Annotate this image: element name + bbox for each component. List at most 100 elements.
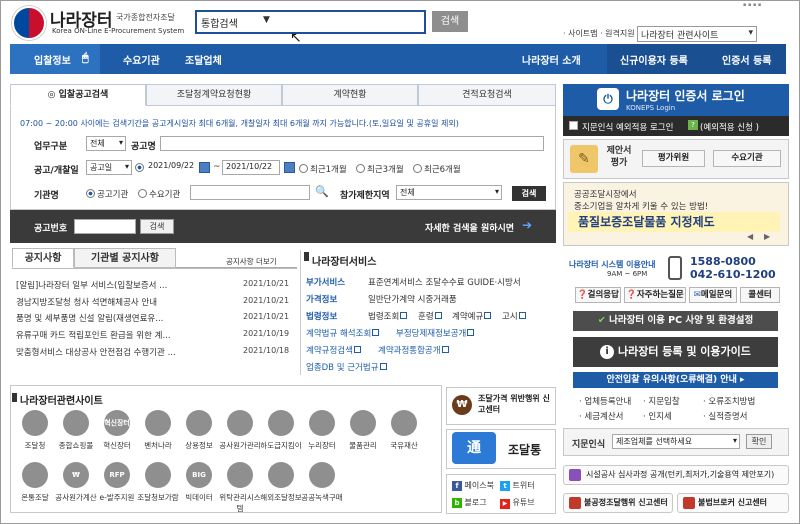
svc-law-interpret[interactable]: 계약법규 해석조회	[306, 327, 380, 339]
radio-demand-agency[interactable]: 수요기관	[138, 188, 180, 200]
related-site-label[interactable]: 하도급지킴이	[259, 440, 303, 451]
link-stamp-tax[interactable]: · 인지세	[643, 410, 672, 422]
tab-contract-request[interactable]: 조달청계약요청현황	[146, 84, 282, 106]
related-site-label[interactable]: 종합쇼핑몰	[54, 440, 98, 451]
link-performance-cert[interactable]: · 실적증명서	[703, 410, 748, 422]
biz-type-select[interactable]: 전체	[86, 136, 126, 151]
nav-demand-agency[interactable]: 수요기관	[123, 52, 160, 67]
related-site-label[interactable]: 빅데이터	[177, 492, 221, 503]
search-icon[interactable]: 🔍	[315, 185, 329, 198]
related-site-label[interactable]: 조달청보가람	[136, 492, 180, 503]
eval-committee-button[interactable]: 평가위원	[642, 150, 705, 167]
login-title[interactable]: 나라장터 인증서 로그인	[626, 87, 745, 104]
related-site-label[interactable]: 상용정보	[177, 440, 221, 451]
related-site-icon[interactable]: RFP	[104, 462, 130, 488]
related-site-icon[interactable]	[268, 462, 294, 488]
related-site-icon[interactable]	[22, 462, 48, 488]
related-site-icon[interactable]	[391, 410, 417, 436]
date-type-select[interactable]: 공고일	[86, 160, 132, 175]
detail-search-link[interactable]: 자세한 검색을 원하시면	[425, 221, 514, 234]
notice-more-link[interactable]: 공지사항 더보기	[226, 256, 277, 267]
twitter-link[interactable]: t 트위터	[500, 480, 535, 491]
date-to-input[interactable]: 2021/10/22	[222, 160, 280, 175]
global-search-button[interactable]: 검색	[432, 11, 468, 32]
related-site-icon[interactable]	[227, 462, 253, 488]
violation-report-label[interactable]: 조달가격 위반행위 신고센터	[478, 393, 553, 415]
radio-date-from[interactable]	[135, 163, 146, 174]
nav-bid-info[interactable]: 입찰정보	[34, 52, 71, 67]
related-site-icon[interactable]: 혁신장터	[104, 410, 130, 436]
svc-price-link[interactable]: 일반단가계약 시중거래품	[368, 293, 457, 305]
related-site-label[interactable]: 공공녹색구매	[300, 492, 344, 503]
related-site-icon[interactable]: ₩	[63, 462, 89, 488]
nav-cert-register[interactable]: 인증서 등록	[722, 52, 771, 67]
list-item[interactable]: [알림]나라장터 일부 서비스(입찰보증서 ...	[16, 279, 216, 291]
nav-new-user[interactable]: 신규이용자 등록	[620, 52, 688, 67]
facility-report-link[interactable]: 시설공사 심사과정 공개(턴키,최저가,기술용역 제안포기)	[563, 465, 789, 485]
svc-extra-link[interactable]: 표준연계서비스 조달수수료 GUIDE·시방서	[368, 276, 521, 288]
bid-no-search-button[interactable]: 검색	[140, 219, 174, 234]
related-site-label[interactable]: e-발주지원	[95, 492, 139, 503]
svc-sanction-info[interactable]: 부정당제재정보공개	[396, 327, 475, 339]
related-site-select[interactable]: 나라장터 관련사이트 ▾	[637, 26, 757, 42]
demand-agency-button[interactable]: 수요기관	[713, 150, 781, 167]
related-site-icon[interactable]	[309, 410, 335, 436]
help-icon[interactable]: ?	[688, 120, 698, 130]
related-site-icon[interactable]	[63, 410, 89, 436]
svc-rule-link[interactable]: 계약예규	[452, 310, 492, 322]
related-site-label[interactable]: 조달청	[13, 440, 57, 451]
svc-industry-db[interactable]: 업종DB 및 근거법규	[306, 361, 387, 373]
related-site-icon[interactable]	[227, 410, 253, 436]
list-item[interactable]: 유류구매 카드 적립포인트 환급을 위한 계...	[16, 329, 216, 341]
tab-contract-status[interactable]: 계약현황	[282, 84, 418, 106]
svc-process-disclosure[interactable]: 계약과정통합공개	[378, 344, 449, 356]
banner-next-icon[interactable]: ▶	[764, 232, 770, 241]
fingerprint-select[interactable]: 제조업체를 선택하세요	[612, 434, 740, 449]
related-site-icon[interactable]	[268, 410, 294, 436]
tab-bid-search[interactable]: ◎ 입찰공고검색	[10, 84, 146, 106]
tab-agency-notice[interactable]: 기관별 공지사항	[74, 248, 176, 268]
blog-link[interactable]: b 블로그	[452, 497, 487, 508]
related-site-icon[interactable]	[186, 410, 212, 436]
fingerprint-confirm-button[interactable]: 확인	[746, 434, 772, 449]
svc-notice-link[interactable]: 고시	[502, 310, 526, 322]
related-site-label[interactable]: 공사원가관리	[218, 440, 262, 451]
svc-contract-search[interactable]: 계약규정검색	[306, 344, 361, 356]
svc-law-link[interactable]: 법령조회	[368, 310, 408, 322]
chevron-down-icon[interactable]: ▼	[263, 15, 270, 25]
radio-notice-agency[interactable]: 공고기관	[86, 188, 128, 200]
link-tax-invoice[interactable]: · 세금계산서	[579, 410, 624, 422]
foreign-login-label[interactable]: 지문인식 예외적용 로그인	[582, 121, 673, 133]
link-error-fix[interactable]: · 오류조치방법	[703, 395, 755, 407]
qna-button[interactable]: ❓걸의응답	[575, 287, 621, 303]
related-site-icon[interactable]	[145, 410, 171, 436]
related-site-label[interactable]: 벤처나라	[136, 440, 180, 451]
tab-quote-search[interactable]: 견적요청검색	[418, 84, 556, 106]
related-site-label[interactable]: 누리장터	[300, 440, 344, 451]
date-from-input[interactable]: 2021/09/22	[148, 160, 196, 175]
bid-title-input[interactable]	[160, 136, 544, 151]
bid-search-button[interactable]: 검색	[512, 186, 546, 201]
related-site-icon[interactable]	[22, 410, 48, 436]
banner-prev-icon[interactable]: ◀	[747, 232, 753, 241]
mail-inquiry-button[interactable]: ✉메일문의	[689, 287, 737, 303]
related-site-icon[interactable]: BIG DATA	[186, 462, 212, 505]
period-3m[interactable]: 최근3개월	[356, 163, 404, 175]
foreign-login-checkbox[interactable]	[569, 121, 578, 130]
link-company-register[interactable]: · 업체등록안내	[579, 395, 631, 407]
foreign-apply-link[interactable]: (예외적용 신청 )	[700, 121, 759, 133]
agency-name-input[interactable]	[190, 185, 310, 200]
related-site-label[interactable]: 해외조달정보	[259, 492, 303, 503]
safe-bid-button[interactable]: 안전입찰 유의사항(오류해결) 안내 ▸	[573, 372, 778, 388]
related-site-icon[interactable]	[350, 410, 376, 436]
related-site-icon[interactable]	[309, 462, 335, 488]
facebook-link[interactable]: f 페이스북	[452, 480, 494, 491]
related-site-label[interactable]: 물품관리	[341, 440, 385, 451]
pc-setup-button[interactable]: ✔ 나라장터 이용 PC 사양 및 환경설정	[573, 311, 778, 331]
related-site-label[interactable]: 온통조달	[13, 492, 57, 503]
list-item[interactable]: 맞춤형서비스 대상공사 안전점검 수행기관 ...	[16, 346, 216, 358]
svc-directive-link[interactable]: 훈령	[418, 310, 442, 322]
related-site-label[interactable]: 위탁관리시스템	[218, 492, 262, 514]
related-site-label[interactable]: 혁신장터	[95, 440, 139, 451]
list-item[interactable]: 품명 및 세부품명 신설 알림(재생연료유...	[16, 312, 216, 324]
